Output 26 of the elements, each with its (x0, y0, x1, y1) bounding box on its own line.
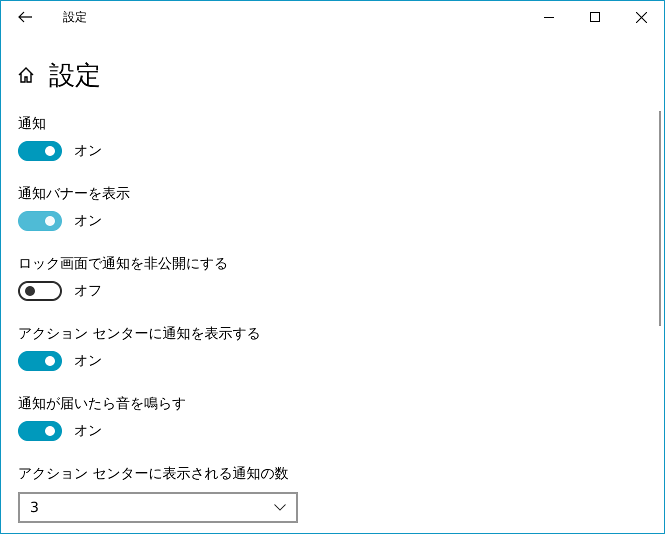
toggle-state-text: オン (74, 352, 102, 370)
toggle-state-text: オン (74, 422, 102, 440)
scrollbar[interactable] (659, 111, 661, 326)
chevron-down-icon (274, 504, 286, 511)
close-icon (636, 12, 646, 22)
toggle-switch[interactable] (18, 141, 62, 161)
setting-label: 通知 (18, 115, 47, 134)
home-icon[interactable] (17, 66, 35, 84)
back-arrow-icon (18, 11, 32, 23)
setting-label: 通知が届いたら音を鳴らす (18, 395, 187, 414)
toggle-state-text: オン (74, 212, 102, 230)
setting-label: アクション センターに表示される通知の数 (18, 465, 290, 484)
toggle-state-text: オフ (74, 282, 102, 300)
toggle-switch[interactable] (18, 211, 62, 231)
toggle-switch[interactable] (18, 421, 62, 441)
window-title: 設定 (63, 8, 88, 26)
toggle-state-text: オン (74, 142, 102, 160)
minimize-icon (544, 16, 554, 18)
setting-label: アクション センターに通知を表示する (18, 325, 262, 344)
toggle-switch[interactable] (18, 281, 62, 301)
toggle-switch[interactable] (18, 351, 62, 371)
setting-label: 通知バナーを表示 (18, 185, 131, 204)
setting-label: ロック画面で通知を非公開にする (18, 255, 229, 274)
page-title: 設定 (49, 60, 101, 92)
count-dropdown[interactable]: 3 (18, 492, 298, 523)
maximize-icon (590, 12, 600, 22)
